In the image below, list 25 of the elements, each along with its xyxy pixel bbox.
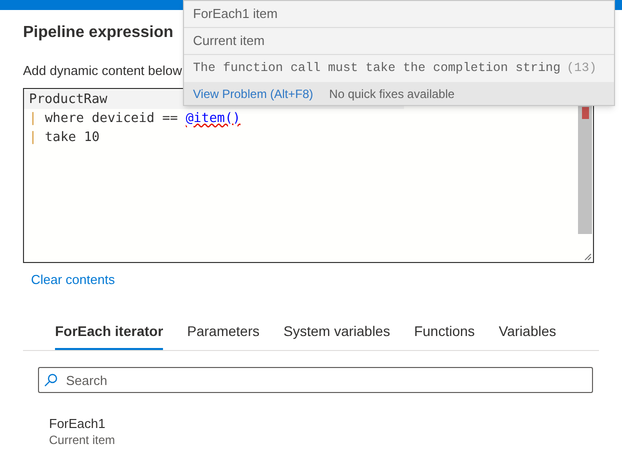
tab[interactable]: System variables (284, 322, 390, 350)
item-name[interactable]: ForEach1 (49, 415, 599, 432)
tab[interactable]: Variables (498, 322, 556, 350)
dialog-title: Pipeline expression (23, 23, 174, 43)
quick-fix-note: No quick fixes available (329, 86, 455, 102)
code-text: take 10 (44, 128, 100, 147)
tab[interactable]: Functions (414, 322, 475, 350)
code-text: ProductRaw (29, 90, 108, 109)
tab[interactable]: ForEach iterator (55, 322, 164, 350)
error-token: @item() (186, 110, 241, 128)
error-message: The function call must take the completion string (193, 60, 561, 78)
clear-contents-link[interactable]: Clear contents (31, 271, 115, 289)
pipe-mark: | (29, 128, 37, 147)
search-field[interactable]: Search (38, 367, 593, 393)
resize-handle-icon[interactable] (584, 253, 592, 261)
code-text: where deviceid == (44, 110, 179, 128)
item-description: Current item (49, 432, 116, 448)
tab[interactable]: Parameters (187, 322, 260, 350)
suggestion-item[interactable]: Current item (184, 28, 614, 55)
dialog-description: Add dynamic content below (23, 62, 182, 80)
error-code: (13) (566, 60, 597, 78)
search-icon (44, 373, 58, 387)
suggestion-item[interactable]: ForEach1 item (184, 1, 614, 28)
error-marker (582, 107, 588, 119)
pipe-mark: | (29, 110, 37, 128)
